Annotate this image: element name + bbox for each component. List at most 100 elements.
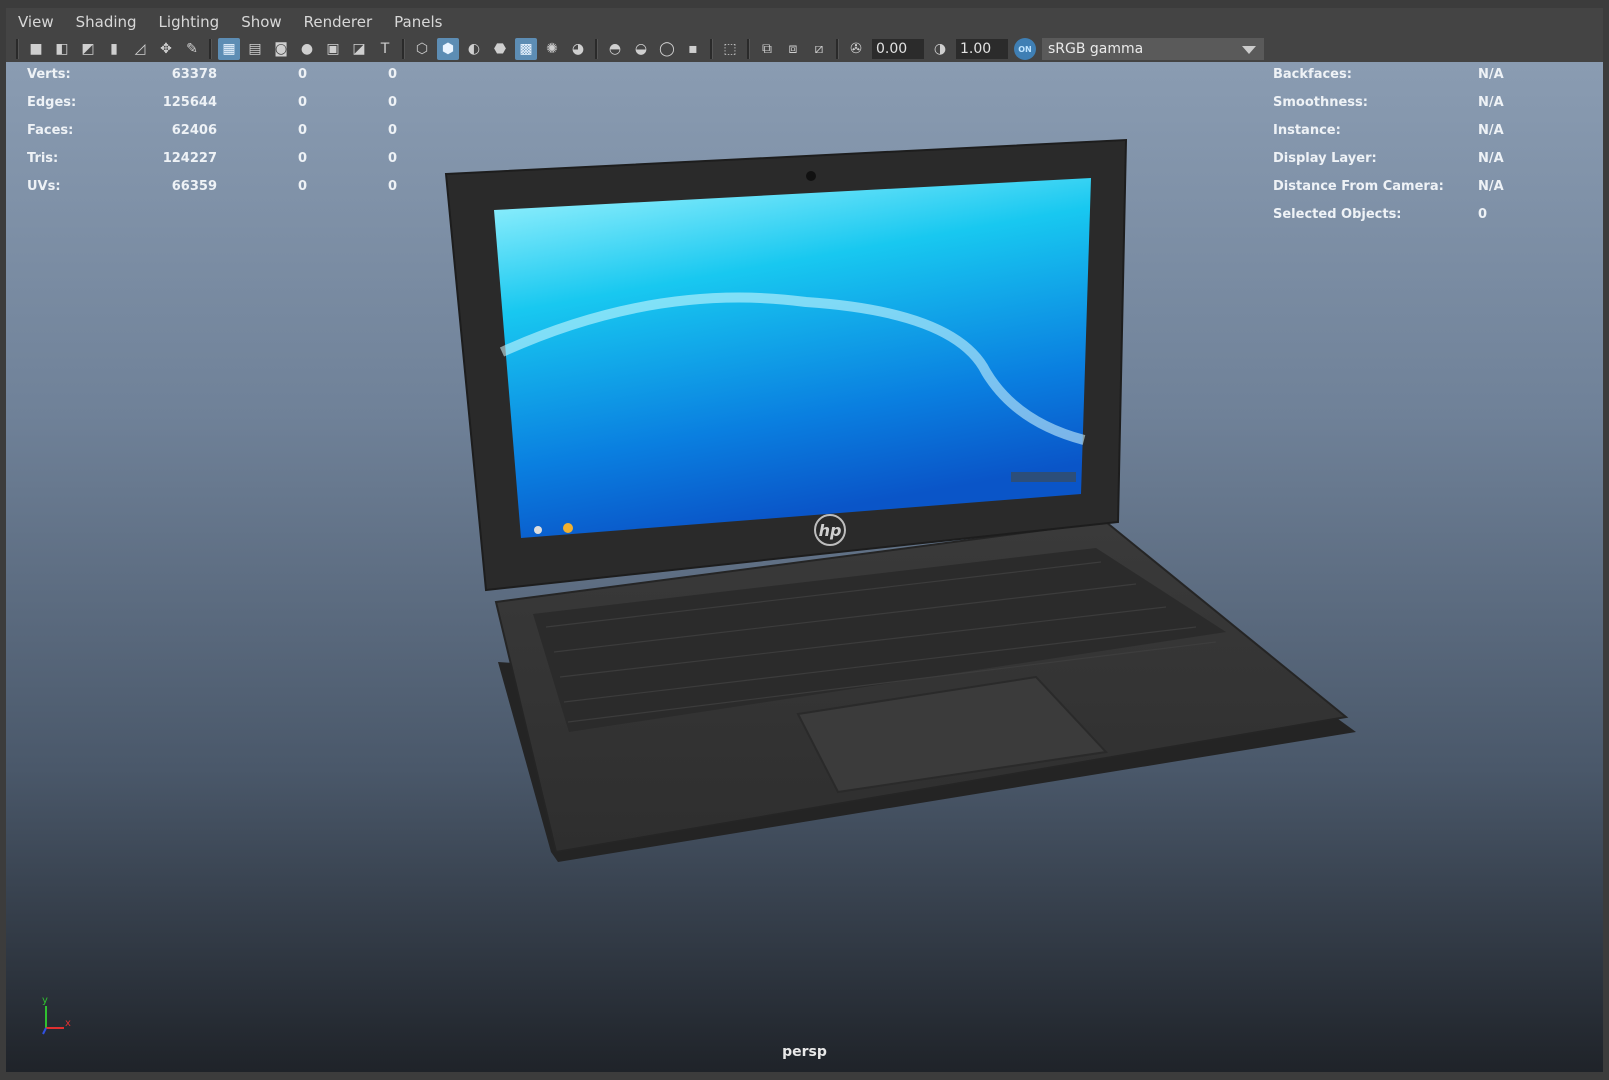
screen-space-ao-icon[interactable]: ◓: [604, 38, 626, 60]
hud-value: N/A: [1478, 95, 1504, 110]
resolution-gate-icon[interactable]: ◙: [270, 38, 292, 60]
smooth-shade-icon[interactable]: ⬢: [437, 38, 459, 60]
hud-value: N/A: [1478, 123, 1504, 138]
select-camera-icon[interactable]: ■: [25, 38, 47, 60]
hud-value: N/A: [1478, 151, 1504, 166]
menu-show[interactable]: Show: [230, 8, 292, 36]
hud-label: Tris:: [27, 151, 59, 166]
hud-row-instance: Instance: N/A: [1273, 122, 1573, 150]
browser-icon: [563, 523, 573, 533]
hud-value: 66359: [171, 179, 217, 194]
hud-row-edges: Edges: 125644 0 0: [27, 94, 397, 122]
menu-lighting[interactable]: Lighting: [148, 8, 231, 36]
axis-y-label: y: [42, 995, 48, 1006]
hud-value: 0: [387, 95, 397, 110]
view-transform-value: sRGB gamma: [1048, 41, 1144, 57]
hud-value: 124227: [162, 151, 217, 166]
hud-value: N/A: [1478, 67, 1504, 82]
hud-value: 0: [297, 95, 307, 110]
hud-value: N/A: [1478, 179, 1504, 194]
hud-row-verts: Verts: 63378 0 0: [27, 66, 397, 94]
xray-icon[interactable]: ▩: [515, 38, 537, 60]
grid-icon[interactable]: ▦: [218, 38, 240, 60]
image-plane-icon[interactable]: ◿: [129, 38, 151, 60]
hp-logo: hp: [814, 514, 846, 546]
safe-title-icon[interactable]: T: [374, 38, 396, 60]
gamma-icon[interactable]: ◑: [929, 38, 951, 60]
camera-attributes-icon[interactable]: ◧: [51, 38, 73, 60]
hud-value: 0: [387, 67, 397, 82]
chevron-down-icon: [1242, 46, 1256, 54]
axis-x-label: x: [65, 1018, 71, 1029]
toolbar-divider: [209, 39, 212, 59]
hud-value: 0: [1478, 207, 1488, 222]
wireframe-icon[interactable]: ⬡: [411, 38, 433, 60]
exposure-field[interactable]: 0.00: [872, 39, 924, 59]
hud-value: 63378: [171, 67, 217, 82]
hud-value: 62406: [171, 123, 217, 138]
field-chart-icon[interactable]: ▣: [322, 38, 344, 60]
toolbar-divider: [402, 39, 405, 59]
hud-value: 125644: [162, 95, 217, 110]
3d-viewport[interactable]: hp Verts: 63378 0 0 Edges: 125644 0 0 Fa…: [6, 62, 1603, 1072]
view-transform-dropdown[interactable]: sRGB gamma: [1042, 38, 1264, 60]
multisample-aa-icon[interactable]: ◯: [656, 38, 678, 60]
gate-mask-icon[interactable]: ●: [296, 38, 318, 60]
hud-row-backfaces: Backfaces: N/A: [1273, 66, 1573, 94]
bookmarks-icon[interactable]: ◩: [77, 38, 99, 60]
wireframe-on-shaded-icon[interactable]: ⬣: [489, 38, 511, 60]
xray-joints-icon[interactable]: ⧉: [756, 38, 778, 60]
menu-view[interactable]: View: [6, 8, 65, 36]
hud-label: Verts:: [27, 67, 71, 82]
safe-action-icon[interactable]: ◪: [348, 38, 370, 60]
2d-pan-zoom-icon[interactable]: ✥: [155, 38, 177, 60]
menu-panels[interactable]: Panels: [383, 8, 453, 36]
axis-gizmo-icon: y x: [42, 995, 71, 1035]
laptop-screen: [494, 178, 1091, 538]
hud-row-tris: Tris: 124227 0 0: [27, 150, 397, 178]
hud-value: 0: [387, 123, 397, 138]
depth-of-field-icon[interactable]: ▪: [682, 38, 704, 60]
hud-row-display-layer: Display Layer: N/A: [1273, 150, 1573, 178]
hud-label: Distance From Camera:: [1273, 179, 1444, 194]
grease-pencil-icon[interactable]: ✎: [181, 38, 203, 60]
toolbar-divider: [595, 39, 598, 59]
menu-renderer[interactable]: Renderer: [293, 8, 383, 36]
toolbar-divider: [747, 39, 750, 59]
xray-active-components-icon[interactable]: ⧈: [782, 38, 804, 60]
use-all-lights-icon[interactable]: ✺: [541, 38, 563, 60]
maya-viewport-window: View Shading Lighting Show Renderer Pane…: [0, 0, 1609, 1080]
isolate-select-icon[interactable]: ⬚: [719, 38, 741, 60]
hud-label: UVs:: [27, 179, 61, 194]
hp-logo-text: hp: [818, 520, 842, 540]
menu-shading[interactable]: Shading: [65, 8, 148, 36]
hud-row-smoothness: Smoothness: N/A: [1273, 94, 1573, 122]
bookmark-icon[interactable]: ▮: [103, 38, 125, 60]
hud-row-faces: Faces: 62406 0 0: [27, 122, 397, 150]
hud-label: Instance:: [1273, 123, 1341, 138]
backface-culling-icon[interactable]: ⧄: [808, 38, 830, 60]
panel-toolbar: ■ ◧ ◩ ▮ ◿ ✥ ✎ ▦ ▤ ◙ ● ▣ ◪ T ⬡ ⬢ ◐ ⬣ ▩ ✺ …: [6, 36, 1603, 62]
toolbar-divider: [836, 39, 839, 59]
shadows-icon[interactable]: ◕: [567, 38, 589, 60]
color-management-toggle[interactable]: ON: [1014, 38, 1036, 60]
toolbar-divider: [16, 39, 19, 59]
panel-menu-bar: View Shading Lighting Show Renderer Pane…: [6, 8, 1603, 36]
film-gate-icon[interactable]: ▤: [244, 38, 266, 60]
webcam: [806, 171, 816, 181]
exposure-icon[interactable]: ✇: [845, 38, 867, 60]
camera-name-label: persp: [782, 1044, 827, 1060]
default-material-icon[interactable]: ◐: [463, 38, 485, 60]
heads-up-poly-count: Verts: 63378 0 0 Edges: 125644 0 0 Faces…: [27, 66, 397, 206]
hud-label: Selected Objects:: [1273, 207, 1402, 222]
hud-value: 0: [297, 123, 307, 138]
hud-label: Backfaces:: [1273, 67, 1352, 82]
launcher-icon: [534, 526, 542, 534]
hud-value: 0: [387, 151, 397, 166]
hud-label: Display Layer:: [1273, 151, 1377, 166]
status-tray: [1011, 472, 1076, 482]
motion-blur-icon[interactable]: ◒: [630, 38, 652, 60]
heads-up-object-details: Backfaces: N/A Smoothness: N/A Instance:…: [1273, 66, 1573, 234]
gamma-field[interactable]: 1.00: [956, 39, 1008, 59]
toolbar-divider: [710, 39, 713, 59]
